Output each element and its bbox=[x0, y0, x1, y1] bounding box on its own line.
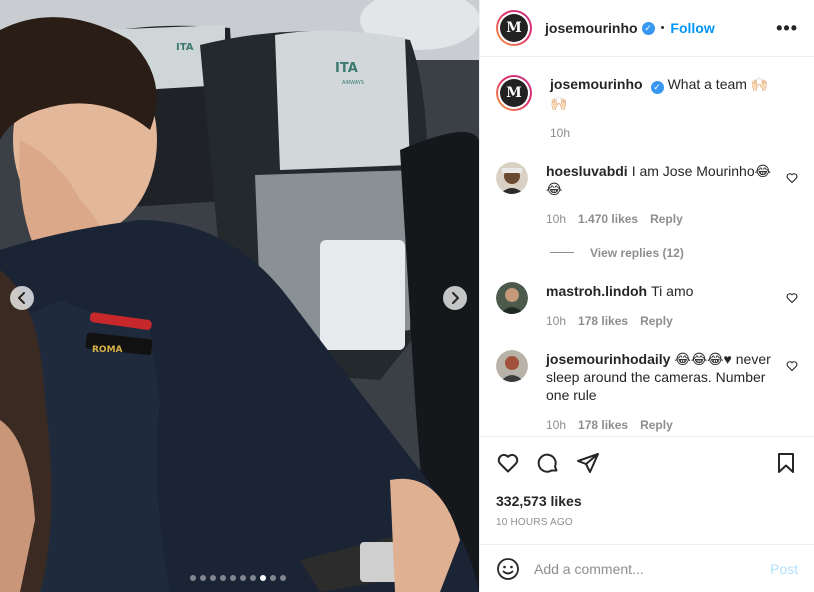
author-avatar[interactable]: M bbox=[496, 10, 532, 46]
author-username[interactable]: josemourinho bbox=[545, 20, 638, 36]
add-comment-bar: Post bbox=[480, 544, 814, 592]
comment-input[interactable] bbox=[534, 560, 770, 577]
view-replies-label: View replies (12) bbox=[590, 245, 684, 260]
like-comment-heart-icon[interactable] bbox=[786, 292, 798, 304]
post-photo[interactable]: ITA AIRWAYS ITA ROMA bbox=[0, 0, 479, 592]
carousel-dot bbox=[280, 575, 286, 581]
carousel-dot bbox=[260, 575, 266, 581]
carousel-dot bbox=[190, 575, 196, 581]
carousel-dot bbox=[240, 575, 246, 581]
reply-button[interactable]: Reply bbox=[650, 212, 683, 226]
next-photo-button[interactable] bbox=[443, 286, 467, 310]
bracelet-text: ROMA bbox=[92, 345, 123, 355]
comment-item: josemourinhodaily 😂😂😂♥ never sleep around… bbox=[496, 349, 798, 432]
like-button[interactable] bbox=[496, 451, 520, 475]
save-button[interactable] bbox=[774, 451, 798, 475]
follow-button[interactable]: Follow bbox=[670, 20, 714, 36]
previous-photo-button[interactable] bbox=[10, 286, 34, 310]
caption-author-avatar[interactable]: M bbox=[496, 75, 532, 111]
caption-text: josemourinho ✓ What a team 🙌🏻🙌🏻 bbox=[550, 75, 774, 112]
commenter-avatar[interactable] bbox=[496, 349, 528, 382]
carousel-dot bbox=[230, 575, 236, 581]
post-sidebar: M josemourinho ✓ • Follow ••• M josemour… bbox=[479, 0, 814, 592]
like-comment-heart-icon[interactable] bbox=[786, 172, 798, 184]
carousel-dot bbox=[250, 575, 256, 581]
heart-icon bbox=[497, 454, 519, 473]
comment-text: Ti amo bbox=[651, 282, 694, 299]
comment-username[interactable]: mastroh.lindoh bbox=[546, 283, 647, 299]
more-options-icon[interactable]: ••• bbox=[776, 18, 798, 39]
caption-row: M josemourinho ✓ What a team 🙌🏻🙌🏻 10h bbox=[496, 75, 798, 140]
bookmark-icon bbox=[778, 453, 794, 473]
caption-time: 10h bbox=[550, 125, 571, 140]
replies-divider bbox=[550, 252, 574, 253]
comment-button[interactable] bbox=[536, 451, 560, 475]
verified-badge-icon: ✓ bbox=[641, 21, 655, 35]
carousel-dot bbox=[200, 575, 206, 581]
likes-count[interactable]: 332,573 likes bbox=[496, 493, 798, 509]
photo-illustration: ITA AIRWAYS ITA ROMA bbox=[0, 0, 479, 592]
comment-item: mastroh.lindoh Ti amo 10h 178 likes Reply bbox=[496, 281, 798, 328]
emoji-icon[interactable] bbox=[496, 557, 520, 581]
like-comment-heart-icon[interactable] bbox=[786, 360, 798, 372]
comment-likes[interactable]: 178 likes bbox=[578, 314, 628, 328]
post-comment-button[interactable]: Post bbox=[770, 561, 798, 577]
comment-time: 10h bbox=[546, 417, 567, 432]
comment-likes[interactable]: 1.470 likes bbox=[578, 212, 638, 226]
carousel-dot bbox=[270, 575, 276, 581]
post-timestamp[interactable]: 10 HOURS AGO bbox=[496, 517, 798, 528]
comment-time: 10h bbox=[546, 313, 567, 328]
comment-bubble-icon bbox=[537, 453, 558, 473]
paper-plane-icon bbox=[577, 453, 599, 473]
post-header: M josemourinho ✓ • Follow ••• bbox=[480, 0, 814, 57]
comment-item: hoesluvabdi I am Jose Mourinho😂😂 10h 1.47… bbox=[496, 161, 798, 226]
comment-time: 10h bbox=[546, 211, 567, 226]
chevron-left-icon bbox=[18, 292, 25, 304]
carousel-dots bbox=[190, 575, 286, 581]
seat-logo: ITA bbox=[335, 61, 358, 76]
comment-username[interactable]: hoesluvabdi bbox=[546, 163, 628, 179]
header-separator: • bbox=[660, 22, 665, 34]
verified-badge-icon: ✓ bbox=[650, 80, 664, 94]
carousel-dot bbox=[220, 575, 226, 581]
comments-list[interactable]: M josemourinho ✓ What a team 🙌🏻🙌🏻 10h hoes… bbox=[480, 57, 814, 436]
carousel-dot bbox=[210, 575, 216, 581]
comment-likes[interactable]: 178 likes bbox=[578, 418, 628, 432]
reply-button[interactable]: Reply bbox=[640, 418, 673, 432]
svg-text:ITA: ITA bbox=[176, 42, 194, 53]
svg-text:AIRWAYS: AIRWAYS bbox=[342, 80, 364, 86]
commenter-avatar[interactable] bbox=[496, 281, 528, 314]
comment-username[interactable]: josemourinhodaily bbox=[546, 351, 670, 367]
caption-username[interactable]: josemourinho bbox=[550, 76, 643, 92]
share-button[interactable] bbox=[576, 451, 600, 475]
post-actions: 332,573 likes 10 HOURS AGO bbox=[480, 436, 814, 528]
chevron-right-icon bbox=[452, 292, 459, 304]
commenter-avatar[interactable] bbox=[496, 161, 528, 194]
reply-button[interactable]: Reply bbox=[640, 314, 673, 328]
view-replies-button[interactable]: View replies (12) bbox=[550, 246, 798, 260]
